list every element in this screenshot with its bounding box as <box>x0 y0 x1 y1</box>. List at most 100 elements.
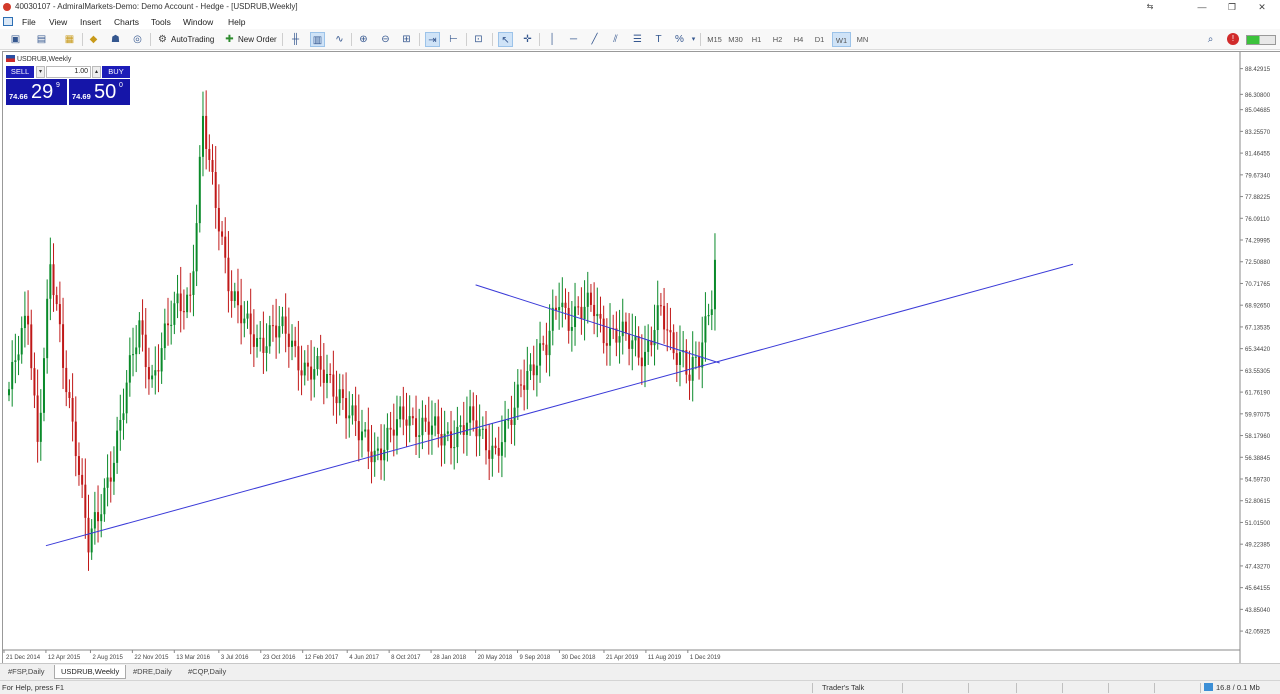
market-watch-icon[interactable]: ▦ <box>62 32 77 47</box>
candle-body <box>138 320 141 348</box>
connection-status[interactable]: 16.8 / 0.1 Mb <box>1204 683 1260 692</box>
menu-window[interactable]: Window <box>183 17 213 27</box>
candle-body <box>151 375 154 380</box>
trendline-icon[interactable]: ╱ <box>587 32 602 47</box>
tf-w1[interactable]: W1 <box>832 32 851 47</box>
chart-window[interactable]: 88.42915 86.30800 85.04685 83.25570 81.46455… <box>2 51 1280 664</box>
bar-chart-icon[interactable]: ╫ <box>288 32 303 47</box>
remote-icon[interactable]: ⇆ <box>1140 1 1160 13</box>
candle-body <box>456 426 459 448</box>
candle-body <box>500 442 503 456</box>
candle-body <box>249 313 252 335</box>
menu-charts[interactable]: Charts <box>114 17 139 27</box>
tab-dre-daily[interactable]: #DRE,Daily <box>127 665 178 679</box>
lot-size-input[interactable]: 1.00 <box>46 66 91 78</box>
time-axis-label: 12 Apr 2015 <box>48 655 81 661</box>
time-axis-label: 11 Aug 2019 <box>648 655 682 661</box>
navigator-icon[interactable]: ◆ <box>86 32 101 47</box>
candle-body <box>526 370 529 390</box>
candle-body <box>551 307 554 331</box>
candle-body <box>30 324 33 369</box>
lot-decrease-button[interactable]: ▾ <box>36 66 45 78</box>
fibonacci-icon[interactable]: ☰ <box>630 32 645 47</box>
indicators-icon[interactable]: ⊡ <box>471 32 486 47</box>
tf-h1[interactable]: H1 <box>747 32 766 47</box>
tf-m30[interactable]: M30 <box>726 32 745 47</box>
vertical-line-icon[interactable]: │ <box>545 32 560 47</box>
candle-body <box>100 514 103 522</box>
menu-file[interactable]: File <box>22 17 36 27</box>
menu-view[interactable]: View <box>49 17 67 27</box>
mdi-window-icon[interactable] <box>3 17 13 26</box>
price-axis-label: 76.09110 <box>1245 217 1270 223</box>
price-axis-label: 47.43270 <box>1245 564 1271 570</box>
candle-body <box>205 115 208 149</box>
sell-button[interactable]: SELL <box>6 66 34 78</box>
candle-body <box>672 332 675 354</box>
menu-tools[interactable]: Tools <box>151 17 171 27</box>
auto-scroll-icon[interactable]: ⇥ <box>425 32 440 47</box>
help-text: For Help, press F1 <box>2 683 65 692</box>
time-axis-label: 21 Apr 2019 <box>606 655 639 661</box>
horizontal-line-icon[interactable]: ─ <box>566 32 581 47</box>
candle-body <box>163 323 166 349</box>
new-order-icon[interactable]: ✚ <box>222 32 237 47</box>
candle-body <box>192 271 195 295</box>
line-chart-icon[interactable]: ∿ <box>332 32 347 47</box>
candle-body <box>106 477 109 488</box>
candle-body <box>666 329 669 331</box>
new-chart-icon[interactable]: ▣ <box>8 32 23 47</box>
zoom-out-icon[interactable]: ⊖ <box>378 32 393 47</box>
menu-help[interactable]: Help <box>228 17 245 27</box>
crosshair-icon[interactable]: ✛ <box>520 32 535 47</box>
tf-m15[interactable]: M15 <box>705 32 724 47</box>
traders-talk-link[interactable]: Trader's Talk <box>822 683 864 692</box>
shapes-icon[interactable]: % <box>672 32 687 47</box>
buy-button[interactable]: BUY <box>102 66 130 78</box>
candle-body <box>376 448 379 451</box>
tf-d1[interactable]: D1 <box>810 32 829 47</box>
tf-mn[interactable]: MN <box>853 32 872 47</box>
lot-increase-button[interactable]: ▴ <box>92 66 101 78</box>
window-title: 40030107 - AdmiralMarkets-Demo: Demo Acc… <box>15 2 298 11</box>
tile-windows-icon[interactable]: ⊞ <box>399 32 414 47</box>
candle-body <box>122 413 125 420</box>
tab-fsp-daily[interactable]: #FSP,Daily <box>2 665 51 679</box>
terminal-icon[interactable]: ☗ <box>108 32 123 47</box>
chart-shift-icon[interactable]: ⊢ <box>446 32 461 47</box>
restore-button[interactable]: ❐ <box>1222 1 1242 13</box>
shapes-dropdown-icon[interactable]: ▾ <box>686 32 701 47</box>
auto-trading-button[interactable]: AutoTrading <box>171 32 214 47</box>
candle-body <box>74 421 77 457</box>
app-icon <box>3 3 11 11</box>
tf-h2[interactable]: H2 <box>768 32 787 47</box>
price-axis-label: 74.29995 <box>1245 239 1271 245</box>
auto-trading-icon[interactable]: ⚙ <box>155 32 170 47</box>
equidistant-channel-icon[interactable]: ⫽ <box>608 32 623 47</box>
cursor-icon[interactable]: ↖ <box>498 32 513 47</box>
close-button[interactable]: ✕ <box>1252 1 1272 13</box>
text-tool-icon[interactable]: T <box>651 32 666 47</box>
search-icon[interactable]: ⌕ <box>1203 32 1218 47</box>
candle-body <box>236 291 239 306</box>
notification-icon[interactable]: ! <box>1227 33 1239 45</box>
tab-cqp-daily[interactable]: #CQP,Daily <box>182 665 232 679</box>
candle-body <box>421 417 424 436</box>
candle-body <box>411 416 414 419</box>
candle-body <box>392 429 395 436</box>
minimize-button[interactable]: — <box>1192 1 1212 13</box>
candle-body <box>624 321 627 334</box>
profiles-icon[interactable]: ▤ <box>34 32 49 47</box>
tab-usdrub-weekly[interactable]: USDRUB,Weekly <box>54 665 127 679</box>
ask-price-box[interactable]: 74.69 50 0 <box>69 79 130 105</box>
zoom-in-icon[interactable]: ⊕ <box>356 32 371 47</box>
bid-price-box[interactable]: 74.66 29 9 <box>6 79 67 105</box>
menu-insert[interactable]: Insert <box>80 17 101 27</box>
candlestick-icon[interactable]: ▥ <box>310 32 325 47</box>
strategy-tester-icon[interactable]: ◎ <box>130 32 145 47</box>
tf-h4[interactable]: H4 <box>789 32 808 47</box>
candle-body <box>656 305 659 331</box>
chart-tabs: #FSP,Daily USDRUB,Weekly #DRE,Daily #CQP… <box>0 663 1280 680</box>
new-order-button[interactable]: New Order <box>238 32 277 47</box>
chart-canvas[interactable]: 88.42915 86.30800 85.04685 83.25570 81.46455… <box>3 52 1280 664</box>
